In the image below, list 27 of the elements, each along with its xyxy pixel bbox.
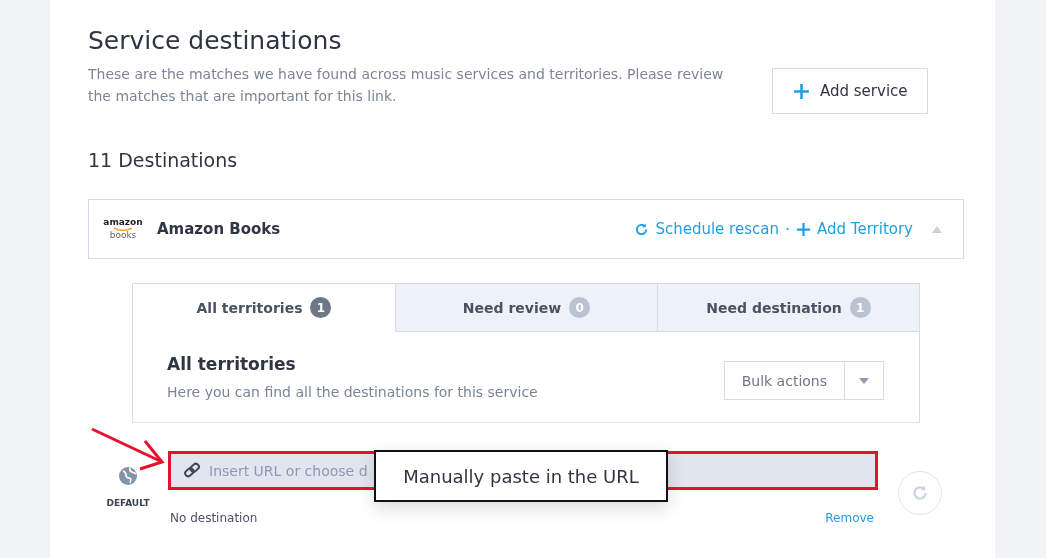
page-title: Service destinations <box>88 26 343 55</box>
globe-icon <box>118 466 138 486</box>
caret-icon <box>859 377 869 384</box>
tab[interactable]: Need destination 1 <box>657 284 919 332</box>
section-title: All territories <box>167 354 297 374</box>
count-badge: 1 <box>849 297 871 318</box>
destinations-count: 11 Destinations <box>88 149 239 171</box>
separator-dot: · <box>784 219 790 239</box>
tab[interactable]: Need review 0 <box>395 284 657 332</box>
count-badge: 1 <box>310 297 332 318</box>
section-description: Here you can find all the destinations for this service <box>167 384 538 400</box>
rescan-button[interactable] <box>898 471 942 515</box>
count-badge: 0 <box>569 297 591 318</box>
refresh-icon <box>634 221 650 237</box>
plus-icon <box>793 82 810 100</box>
page-description: These are the matches we have found across music services and territories. Please review the matches that are important for this link. <box>88 65 725 106</box>
smile-icon <box>113 227 133 231</box>
refresh-icon <box>911 484 929 502</box>
destination-status: No destination <box>170 511 258 525</box>
collapse-caret-icon[interactable] <box>931 224 943 234</box>
add-service-button[interactable]: Add service <box>772 68 928 114</box>
service-card[interactable]: amazon books Amazon Books Schedule rescan · Add Territory <box>88 199 964 259</box>
service-name: Amazon Books <box>157 220 282 238</box>
plus-icon <box>796 221 811 237</box>
service-logo: amazon books <box>105 218 141 240</box>
callout-tooltip: Manually paste in the URL <box>374 450 668 502</box>
territory-label: DEFAULT <box>106 498 150 508</box>
